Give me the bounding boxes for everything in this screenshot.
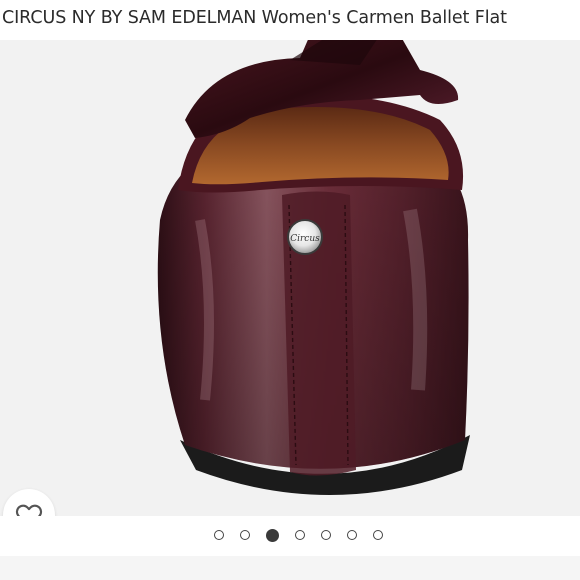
carousel-dot-2[interactable] (239, 530, 250, 540)
product-title: CIRCUS NY BY SAM EDELMAN Women's Carmen … (2, 8, 507, 28)
bottom-divider (0, 556, 580, 580)
carousel-dot-4[interactable] (294, 530, 305, 540)
shoe-photo: Circus (157, 40, 470, 495)
carousel-dot-1[interactable] (213, 530, 224, 540)
carousel-dot-3-active[interactable] (265, 528, 279, 542)
carousel-dot-6[interactable] (346, 530, 357, 540)
image-carousel-dots (0, 520, 580, 550)
circus-logo-text: Circus (290, 234, 320, 244)
carousel-dot-5[interactable] (320, 530, 331, 540)
carousel-dot-7[interactable] (372, 530, 383, 540)
heart-outline-icon (15, 504, 43, 516)
product-image[interactable]: Circus (0, 40, 580, 516)
